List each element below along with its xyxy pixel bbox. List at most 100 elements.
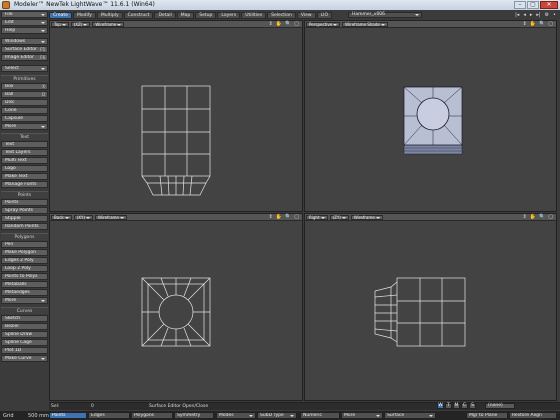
tool-cone[interactable]: Cone	[1, 107, 48, 114]
view-type-select[interactable]: Back	[51, 214, 72, 220]
make-curve-menu[interactable]: Make Curve	[1, 355, 48, 362]
image-editor-button[interactable]: Image Editor F6	[1, 54, 48, 61]
file-menu[interactable]: File	[1, 11, 48, 18]
mode-select[interactable]: (none)	[485, 403, 515, 409]
tab-detail[interactable]: Detail	[154, 11, 176, 19]
maximize-icon[interactable]: ▢	[294, 214, 299, 221]
m-button[interactable]: M	[453, 403, 460, 409]
tool-text[interactable]: Text	[1, 141, 48, 148]
zoom-icon[interactable]: 🔍	[539, 21, 545, 28]
tool-disc[interactable]: Disc	[1, 99, 48, 106]
viewport-top[interactable]: Top (XZ) Wireframe ⇕ ✋ 🔍 ▢	[49, 20, 303, 212]
view-type-select[interactable]: Perspective	[306, 21, 341, 27]
view-type-select[interactable]: Top	[51, 21, 69, 27]
tool-multi-text[interactable]: Multi Text	[1, 157, 48, 164]
tool-plot-1d[interactable]: Plot 1D	[1, 347, 48, 354]
tool-pen[interactable]: Pen	[1, 241, 48, 248]
tool-spline-cage[interactable]: Spline Cage	[1, 339, 48, 346]
tool-ball[interactable]: Ball O	[1, 91, 48, 98]
restore-align-button[interactable]: Restore Align	[509, 412, 557, 419]
polygons-more-menu[interactable]: More	[1, 297, 48, 304]
pan-icon[interactable]: ✋	[276, 214, 282, 221]
move-icon[interactable]: ⇕	[269, 214, 273, 221]
tool-logo[interactable]: Logo	[1, 165, 48, 172]
edit-menu[interactable]: Edit	[1, 19, 48, 26]
tab-layers[interactable]: Layers	[217, 11, 241, 19]
tab-view[interactable]: View	[296, 11, 316, 19]
viewport-perspective[interactable]: Perspective Wireframe Shade ⇕ ✋ 🔍 ▢	[304, 20, 557, 212]
axis-select[interactable]: (XZ)	[70, 21, 91, 27]
tool-make-text[interactable]: Make Text	[1, 173, 48, 180]
s-button[interactable]: S	[469, 403, 476, 409]
modes-menu[interactable]: Modes	[216, 412, 256, 419]
edges-mode-button[interactable]: Edges	[88, 412, 130, 419]
c-button[interactable]: C	[461, 403, 468, 409]
zoom-icon[interactable]: 🔍	[539, 214, 545, 221]
w-button[interactable]: W	[437, 403, 444, 409]
pan-icon[interactable]: ✋	[530, 214, 536, 221]
surface-editor-button[interactable]: Surface Editor F5	[1, 46, 48, 53]
tab-construct[interactable]: Construct	[123, 11, 154, 19]
tab-selection[interactable]: Selection	[267, 11, 296, 19]
t-button[interactable]: T	[445, 403, 452, 409]
tab-multiply[interactable]: Multiply	[96, 11, 123, 19]
first-layer-icon[interactable]: |◂	[515, 12, 519, 18]
rotate-icon[interactable]: ⇕	[523, 21, 527, 28]
tool-spray-points[interactable]: Spray Points	[1, 207, 48, 214]
tool-make-polygon[interactable]: Make Polygon	[1, 249, 48, 256]
last-layer-icon[interactable]: ▸|	[536, 12, 540, 18]
select-menu[interactable]: Select	[1, 65, 48, 72]
tool-edges-2-poly[interactable]: Edges 2 Poly	[1, 257, 48, 264]
mgr-to-plane-button[interactable]: Mgr to Plane	[466, 412, 508, 419]
points-mode-button[interactable]: Points	[49, 412, 87, 419]
subd-type-menu[interactable]: SubD Type	[257, 412, 297, 419]
tool-stipple[interactable]: Stipple	[1, 215, 48, 222]
dot-icon[interactable]: •	[553, 12, 556, 18]
tool-points-to-polys[interactable]: Points to Polys	[1, 273, 48, 280]
tab-create[interactable]: Create	[49, 11, 72, 19]
move-icon[interactable]: ⇕	[269, 21, 273, 28]
zoom-icon[interactable]: 🔍	[285, 21, 291, 28]
tab-setup[interactable]: Setup	[195, 11, 217, 19]
tab-modify[interactable]: Modify	[72, 11, 96, 19]
object-selector[interactable]: Hammer_v006	[348, 12, 422, 18]
tab-utilities[interactable]: Utilities	[241, 11, 267, 19]
tool-bezier[interactable]: Bezier	[1, 323, 48, 330]
tool-capsule[interactable]: Capsule	[1, 115, 48, 122]
tool-manage-fonts[interactable]: Manage Fonts	[1, 181, 48, 188]
render-mode-select[interactable]: Wireframe	[350, 214, 383, 220]
tool-text-layers[interactable]: Text Layers	[1, 149, 48, 156]
symmetry-button[interactable]: Symmetry	[174, 412, 214, 419]
surface-menu[interactable]: Surface	[384, 412, 436, 419]
help-menu[interactable]: Help	[1, 27, 48, 34]
polygons-mode-button[interactable]: Polygons	[131, 412, 173, 419]
tool-metaballs[interactable]: Metaballs	[1, 281, 48, 288]
more-menu[interactable]: More	[341, 412, 383, 419]
viewport-right[interactable]: Right (ZY) Wireframe ⇕ ✋ 🔍 ▢	[304, 213, 557, 401]
tool-metaedges[interactable]: Metaedges	[1, 289, 48, 296]
maximize-button[interactable]: ▢	[527, 1, 539, 9]
move-icon[interactable]: ⇕	[523, 214, 527, 221]
render-mode-select[interactable]: Wireframe	[92, 21, 125, 27]
render-mode-select[interactable]: Wireframe Shade	[342, 21, 388, 27]
minimize-button[interactable]: –	[514, 1, 526, 9]
pan-icon[interactable]: ✋	[530, 21, 536, 28]
next-layer-icon[interactable]: ▸	[530, 12, 533, 18]
maximize-icon[interactable]: ▢	[294, 21, 299, 28]
tool-spline-draw[interactable]: Spline Draw	[1, 331, 48, 338]
view-type-select[interactable]: Right	[306, 214, 328, 220]
tool-random-points[interactable]: Random Points	[1, 223, 48, 230]
primitives-more-menu[interactable]: More	[1, 123, 48, 130]
tab-map[interactable]: Map	[176, 11, 195, 19]
tool-loop-2-poly[interactable]: Loop 2 Poly	[1, 265, 48, 272]
windows-menu[interactable]: Windows	[1, 38, 48, 45]
pan-icon[interactable]: ✋	[276, 21, 282, 28]
render-mode-select[interactable]: Wireframe	[95, 214, 127, 220]
tool-box[interactable]: Box X	[1, 83, 48, 90]
close-button[interactable]: ✕	[540, 1, 558, 9]
gear-icon[interactable]: ⚙	[545, 12, 549, 18]
maximize-icon[interactable]: ▢	[548, 21, 553, 28]
tab-lio[interactable]: LIO	[316, 11, 332, 19]
viewport-back[interactable]: Back (XY) Wireframe ⇕ ✋ 🔍 ▢	[49, 213, 303, 401]
tool-sketch[interactable]: Sketch	[1, 315, 48, 322]
